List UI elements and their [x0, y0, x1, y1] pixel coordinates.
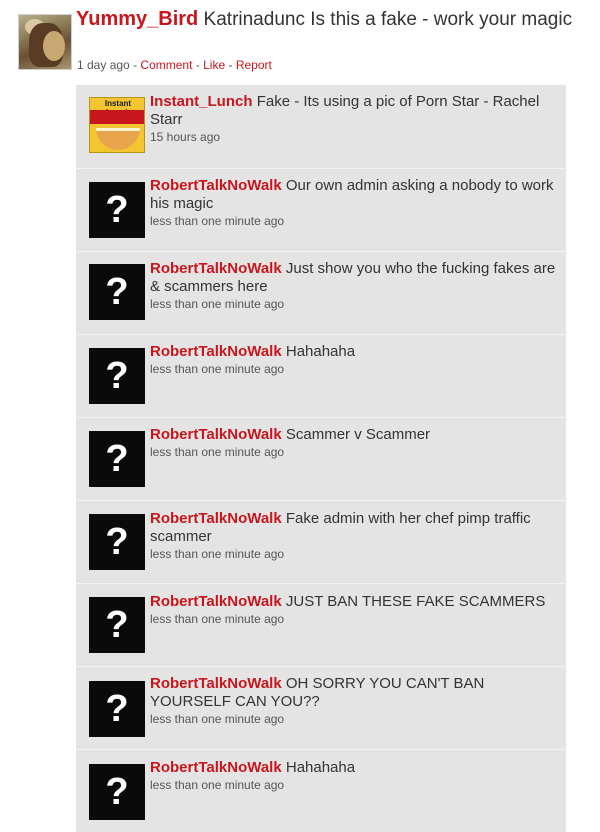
reply-content: Instant_Lunch Fake - Its using a pic of …	[150, 93, 560, 145]
reply-time: less than one minute ago	[150, 445, 285, 459]
reply-item: ? RobertTalkNoWalk Just show you who the…	[76, 252, 566, 335]
reply-text: Scammer v Scammer	[285, 426, 431, 443]
meta-separator: -	[195, 58, 200, 72]
like-link[interactable]: Like	[203, 58, 225, 72]
reply-content: RobertTalkNoWalk JUST BAN THESE FAKE SCA…	[150, 593, 560, 627]
reply-item: ? RobertTalkNoWalk JUST BAN THESE FAKE S…	[76, 584, 566, 667]
post-text: Katrinadunc Is this a fake - work your m…	[203, 9, 573, 30]
reply-item: ? RobertTalkNoWalk Scammer v Scammer les…	[76, 418, 566, 501]
reply-time: less than one minute ago	[150, 778, 285, 792]
question-mark-glyph: ?	[105, 438, 129, 480]
bird-wing-shape	[43, 31, 65, 61]
reply-author-link[interactable]: RobertTalkNoWalk	[150, 675, 282, 692]
question-mark-glyph: ?	[105, 355, 129, 397]
reply-text: Hahahaha	[285, 759, 356, 776]
meta-separator: -	[133, 58, 138, 72]
post-author-link[interactable]: Yummy_Bird	[76, 8, 198, 30]
question-mark-icon[interactable]: ?	[89, 681, 145, 737]
question-mark-glyph: ?	[105, 604, 129, 646]
reply-time: less than one minute ago	[150, 712, 285, 726]
question-mark-icon[interactable]: ?	[89, 514, 145, 570]
reply-time: less than one minute ago	[150, 612, 285, 626]
reply-item: ? RobertTalkNoWalk Hahahaha less than on…	[76, 750, 566, 832]
reply-content: RobertTalkNoWalk OH SORRY YOU CAN'T BAN …	[150, 675, 560, 727]
reply-time: less than one minute ago	[150, 547, 285, 561]
post-time: 1 day ago	[77, 58, 130, 72]
comment-link[interactable]: Comment	[140, 58, 192, 72]
reply-text: Hahahaha	[285, 343, 356, 360]
reply-author-link[interactable]: RobertTalkNoWalk	[150, 426, 282, 443]
reply-item: ? RobertTalkNoWalk Hahahaha less than on…	[76, 335, 566, 418]
reply-content: RobertTalkNoWalk Our own admin asking a …	[150, 177, 560, 229]
reply-item: ? RobertTalkNoWalk Our own admin asking …	[76, 169, 566, 252]
reply-time: less than one minute ago	[150, 214, 285, 228]
reply-item: ? RobertTalkNoWalk Fake admin with her c…	[76, 501, 566, 584]
bird-avatar-icon[interactable]	[18, 14, 72, 70]
question-mark-glyph: ?	[105, 189, 129, 231]
reply-author-link[interactable]: RobertTalkNoWalk	[150, 759, 282, 776]
question-mark-glyph: ?	[105, 521, 129, 563]
reply-time: 15 hours ago	[150, 130, 221, 144]
reply-time: less than one minute ago	[150, 297, 285, 311]
question-mark-glyph: ?	[105, 771, 129, 813]
reply-content: RobertTalkNoWalk Hahahaha less than one …	[150, 759, 560, 793]
reply-text: JUST BAN THESE FAKE SCAMMERS	[285, 593, 546, 610]
question-mark-icon[interactable]: ?	[89, 764, 145, 820]
post-meta: 1 day ago - Comment - Like - Report	[77, 58, 272, 72]
reply-item: Instant Lunch Instant_Lunch Fake - Its u…	[76, 85, 566, 169]
question-mark-icon[interactable]: ?	[89, 597, 145, 653]
reply-content: RobertTalkNoWalk Scammer v Scammer less …	[150, 426, 560, 460]
reply-author-link[interactable]: RobertTalkNoWalk	[150, 510, 282, 527]
report-link[interactable]: Report	[236, 58, 272, 72]
reply-author-link[interactable]: RobertTalkNoWalk	[150, 593, 282, 610]
reply-author-link[interactable]: RobertTalkNoWalk	[150, 343, 282, 360]
reply-list: Instant Lunch Instant_Lunch Fake - Its u…	[76, 85, 566, 832]
question-mark-icon[interactable]: ?	[89, 431, 145, 487]
instant-lunch-noodle-icon[interactable]: Instant Lunch	[89, 97, 145, 153]
reply-content: RobertTalkNoWalk Hahahaha less than one …	[150, 343, 560, 377]
question-mark-icon[interactable]: ?	[89, 264, 145, 320]
question-mark-icon[interactable]: ?	[89, 348, 145, 404]
reply-time: less than one minute ago	[150, 362, 285, 376]
post-body: Yummy_Bird Katrinadunc Is this a fake - …	[76, 7, 586, 32]
noodle-bowl-shape	[96, 128, 140, 150]
question-mark-glyph: ?	[105, 688, 129, 730]
reply-author-link[interactable]: Instant_Lunch	[150, 93, 253, 110]
question-mark-glyph: ?	[105, 271, 129, 313]
reply-author-link[interactable]: RobertTalkNoWalk	[150, 260, 282, 277]
reply-author-link[interactable]: RobertTalkNoWalk	[150, 177, 282, 194]
reply-item: ? RobertTalkNoWalk OH SORRY YOU CAN'T BA…	[76, 667, 566, 750]
noodle-band-shape	[90, 110, 144, 124]
reply-content: RobertTalkNoWalk Fake admin with her che…	[150, 510, 560, 562]
reply-content: RobertTalkNoWalk Just show you who the f…	[150, 260, 560, 312]
question-mark-icon[interactable]: ?	[89, 182, 145, 238]
meta-separator: -	[228, 58, 233, 72]
